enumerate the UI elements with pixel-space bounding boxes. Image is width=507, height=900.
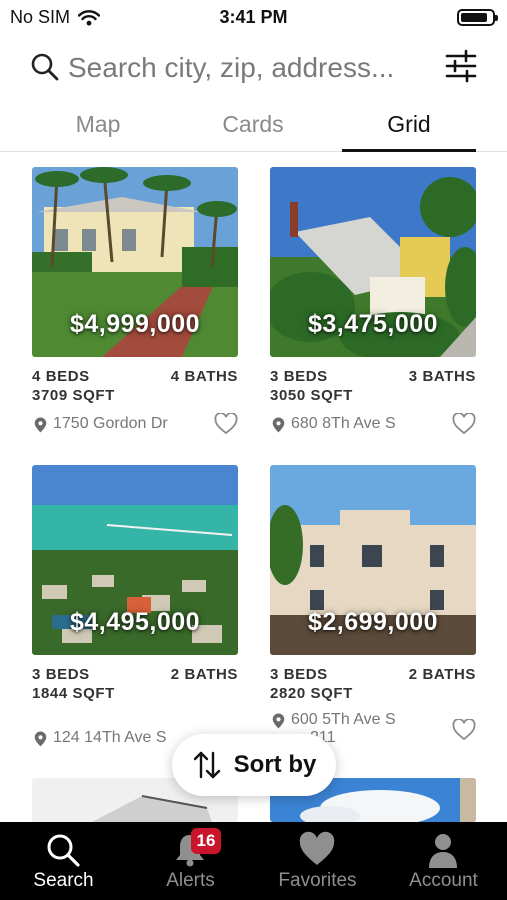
- heart-icon[interactable]: [452, 413, 476, 435]
- nav-search[interactable]: Search: [0, 822, 127, 900]
- person-icon: [429, 834, 457, 868]
- listing-photo[interactable]: $2,699,000: [270, 465, 476, 655]
- listing-address: 124 14Th Ave S: [53, 729, 167, 746]
- listing-address: 680 8Th Ave S: [291, 415, 396, 432]
- search-input[interactable]: [68, 48, 428, 88]
- tab-grid[interactable]: Grid: [342, 104, 476, 152]
- listing-sqft: 1844 SQFT: [32, 685, 115, 702]
- nav-account-label: Account: [409, 870, 478, 891]
- search-bar: [0, 44, 507, 94]
- nav-search-label: Search: [33, 870, 94, 891]
- location-pin-icon: [34, 417, 47, 433]
- listing-sqft: 2820 SQFT: [270, 685, 353, 702]
- listing-price: $4,999,000: [69, 310, 201, 338]
- heart-icon: [299, 831, 335, 865]
- listing-beds: 4 BEDS: [32, 368, 90, 385]
- listing-baths: 3 BATHS: [408, 368, 476, 385]
- nav-favorites-label: Favorites: [278, 870, 357, 891]
- nav-favorites[interactable]: Favorites: [254, 822, 381, 900]
- nav-alerts[interactable]: 16 Alerts: [127, 822, 254, 900]
- listing-address: 1750 Gordon Dr: [53, 415, 168, 432]
- listing-baths: 2 BATHS: [408, 666, 476, 683]
- tab-map[interactable]: Map: [31, 104, 165, 150]
- listing-baths: 4 BATHS: [170, 368, 238, 385]
- listing-address-row: 1750 Gordon Dr: [32, 413, 238, 437]
- status-time: 3:41 PM: [219, 7, 288, 27]
- listing-photo[interactable]: $4,495,000: [32, 465, 238, 655]
- battery-level: [461, 13, 487, 22]
- alerts-badge: 16: [191, 828, 221, 854]
- sort-arrows-icon: [193, 751, 220, 779]
- search-icon: [47, 834, 80, 867]
- nav-alerts-label: Alerts: [166, 870, 215, 891]
- listing-beds: 3 BEDS: [270, 666, 328, 683]
- listing-address: 600 5Th Ave S: [291, 711, 396, 728]
- listing-sqft: 3050 SQFT: [270, 387, 353, 404]
- listing-price: $2,699,000: [307, 608, 439, 636]
- listing-price: $3,475,000: [307, 310, 439, 338]
- location-pin-icon: [34, 731, 47, 747]
- heart-icon[interactable]: [452, 719, 476, 741]
- listing-baths: 2 BATHS: [170, 666, 238, 683]
- listing-price: $4,495,000: [69, 608, 201, 636]
- tab-cards[interactable]: Cards: [186, 104, 320, 150]
- listing-beds: 3 BEDS: [270, 368, 328, 385]
- status-bar: No SIM 3:41 PM: [0, 0, 507, 34]
- location-pin-icon: [272, 417, 285, 433]
- listing-beds: 3 BEDS: [32, 666, 90, 683]
- sort-label: Sort by: [233, 751, 317, 778]
- nav-account[interactable]: Account: [380, 822, 507, 900]
- sort-button[interactable]: Sort by: [172, 734, 336, 796]
- heart-icon[interactable]: [214, 413, 238, 435]
- listing-photo[interactable]: $4,999,000: [32, 167, 238, 357]
- bottom-tab-bar: Search 16 Alerts Favorites Account: [0, 822, 507, 900]
- search-icon: [31, 53, 59, 81]
- view-tabs: Map Cards Grid: [0, 104, 507, 152]
- listing-photo[interactable]: $3,475,000: [270, 167, 476, 357]
- location-pin-icon: [272, 713, 285, 729]
- listing-sqft: 3709 SQFT: [32, 387, 115, 404]
- listing-address-row: 680 8Th Ave S: [270, 413, 476, 437]
- battery-icon: [457, 9, 498, 26]
- sliders-icon[interactable]: [445, 48, 477, 84]
